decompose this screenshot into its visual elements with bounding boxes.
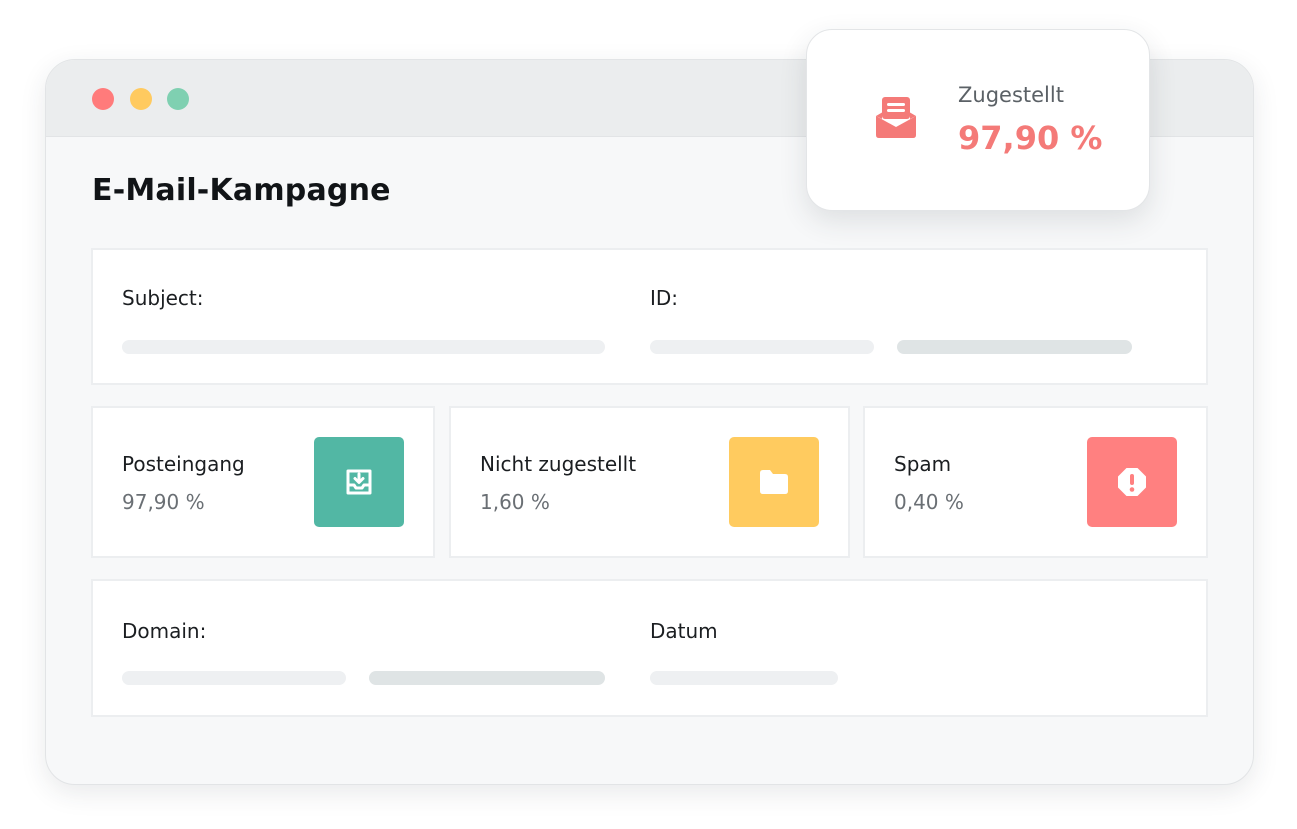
open-envelope-icon bbox=[875, 96, 917, 144]
subject-placeholder-bar bbox=[122, 340, 605, 354]
page-title: E-Mail-Kampagne bbox=[92, 173, 391, 208]
minimize-window-dot[interactable] bbox=[130, 88, 152, 110]
stat-card-posteingang: Posteingang 97,90 % bbox=[91, 406, 435, 558]
domain-placeholder-bar-secondary bbox=[369, 671, 605, 685]
maximize-window-dot[interactable] bbox=[167, 88, 189, 110]
stat-value: 97,90 % bbox=[122, 490, 205, 514]
stat-value: 0,40 % bbox=[894, 490, 964, 514]
inbox-download-icon bbox=[314, 437, 404, 527]
popup-value: 97,90 % bbox=[958, 119, 1103, 157]
stat-value: 1,60 % bbox=[480, 490, 550, 514]
id-placeholder-bar-secondary bbox=[897, 340, 1132, 354]
subject-label: Subject: bbox=[122, 286, 204, 310]
stat-card-nicht-zugestellt: Nicht zugestellt 1,60 % bbox=[449, 406, 850, 558]
close-window-dot[interactable] bbox=[92, 88, 114, 110]
stat-label: Nicht zugestellt bbox=[480, 452, 637, 476]
stat-card-spam: Spam 0,40 % bbox=[863, 406, 1208, 558]
delivered-popup-card: Zugestellt 97,90 % bbox=[806, 29, 1150, 211]
popup-label: Zugestellt bbox=[958, 83, 1064, 107]
campaign-info-card: Subject: ID: bbox=[91, 248, 1208, 385]
domain-placeholder-bar bbox=[122, 671, 346, 685]
stat-label: Spam bbox=[894, 452, 952, 476]
date-placeholder-bar bbox=[650, 671, 838, 685]
campaign-details-card: Domain: Datum bbox=[91, 579, 1208, 717]
id-placeholder-bar bbox=[650, 340, 874, 354]
stat-label: Posteingang bbox=[122, 452, 245, 476]
id-label: ID: bbox=[650, 286, 679, 310]
stage: E-Mail-Kampagne Subject: ID: Posteingang… bbox=[0, 0, 1297, 829]
alert-icon bbox=[1087, 437, 1177, 527]
date-label: Datum bbox=[650, 619, 718, 643]
folder-icon bbox=[729, 437, 819, 527]
domain-label: Domain: bbox=[122, 619, 207, 643]
